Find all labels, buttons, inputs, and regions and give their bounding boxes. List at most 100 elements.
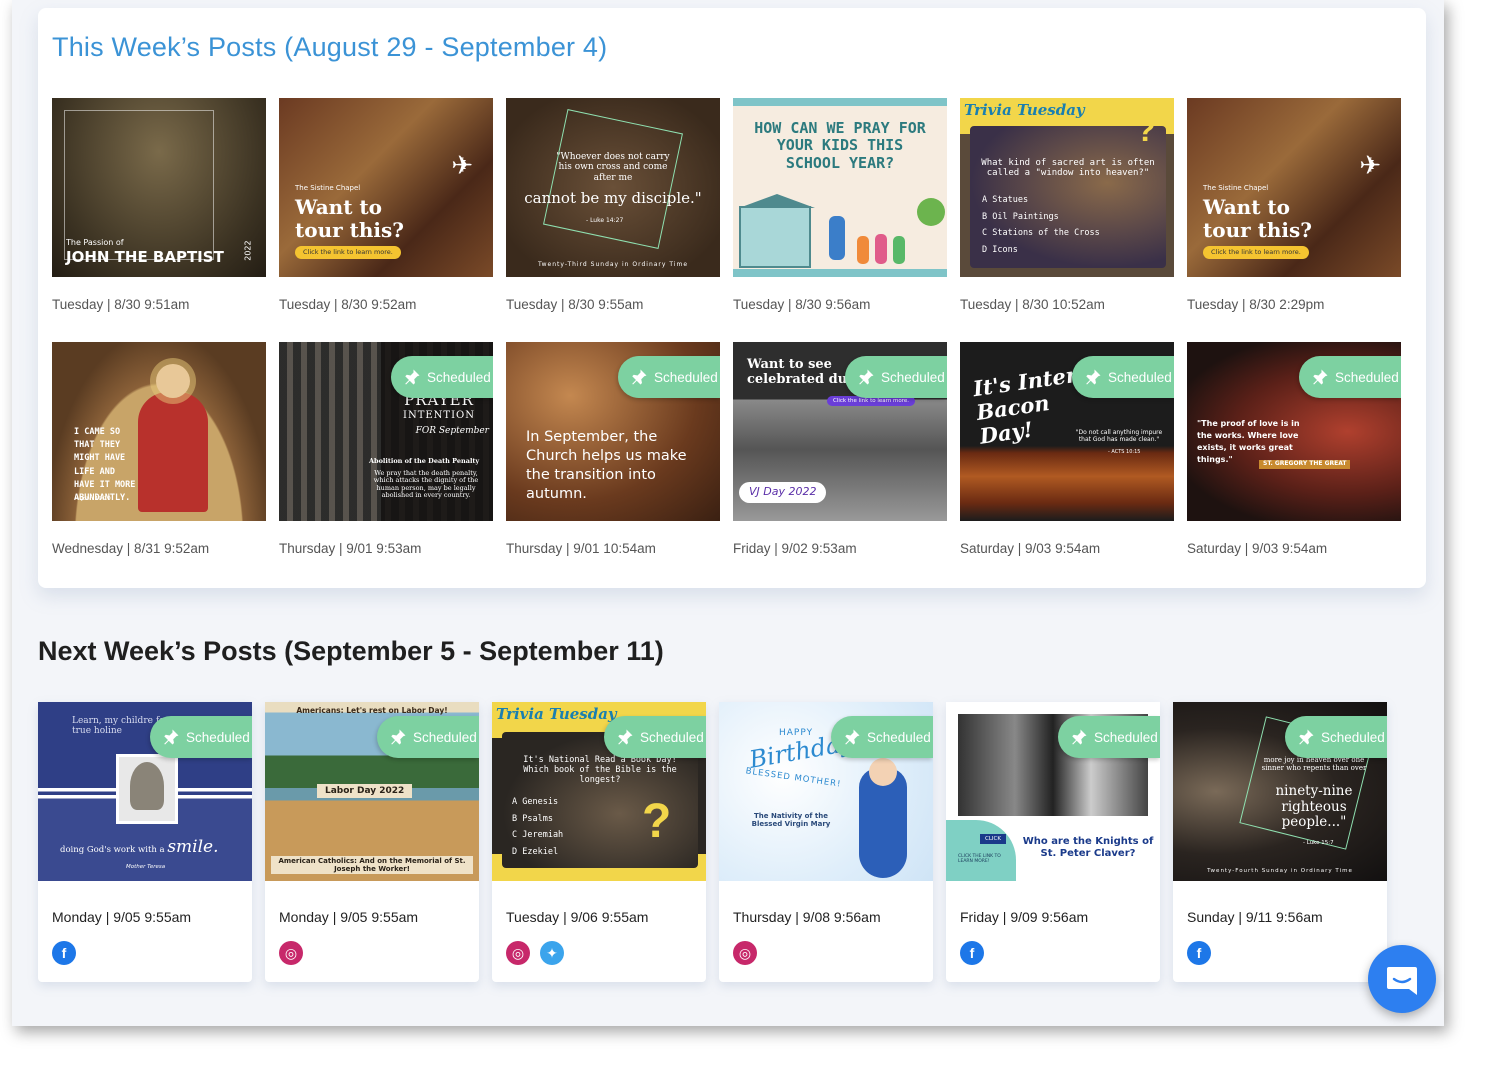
post-timestamp: Saturday | 9/03 9:54am [960,541,1101,556]
pin-icon [1086,369,1101,385]
post-timestamp: Thursday | 9/01 10:54am [506,541,656,556]
post-thumbnail[interactable]: CLICK CLICK THE LINK TO LEARN MORE! Who … [946,702,1160,881]
post-options: A Genesis B Psalms C Jeremiah D Ezekiel [512,797,564,857]
post-thumbnail[interactable]: more joy in heaven over one sinner who r… [1173,702,1387,881]
scheduled-badge: Scheduled [604,716,706,758]
network-icons: ◎ [279,941,479,965]
post-caption-footer: Twenty-Third Sunday in Ordinary Time [537,261,689,268]
pin-icon [164,729,179,745]
post-thumbnail[interactable]: PRAYER INTENTION FOR September Abolition… [279,342,493,521]
post-thumbnail[interactable]: ✈ The Sistine Chapel Want to tour this? … [1187,98,1401,277]
post-card[interactable]: Trivia Tuesday What kind of sacred art i… [960,98,1174,312]
network-icons: f [960,941,1160,965]
post-caption-small: CLICK THE LINK TO LEARN MORE! [958,854,1001,865]
pin-icon [1299,729,1314,745]
post-card[interactable]: The Passion of JOHN THE BAPTIST 2022 Tue… [52,98,266,312]
post-brand: Trivia Tuesday [496,705,617,723]
pin-icon [859,369,874,385]
post-caption-year: 2022 [243,240,253,261]
post-options: A Statues B Oil Paintings C Stations of … [982,195,1100,255]
post-timestamp: Sunday | 9/11 9:56am [1187,909,1323,925]
post-timestamp: Thursday | 9/08 9:56am [733,909,881,925]
post-card[interactable]: PRAYER INTENTION FOR September Abolition… [279,342,493,556]
post-caption-bottom: American Catholics: And on the Memorial … [271,856,473,875]
scheduled-badge: Scheduled [377,716,479,758]
airplane-icon: ✈ [451,150,473,180]
post-timestamp: Tuesday | 8/30 9:52am [279,297,417,312]
post-caption-ref: - Luke 15:7 [1303,840,1334,846]
this-week-card: This Week’s Posts (August 29 - September… [38,8,1426,588]
chat-button[interactable] [1368,945,1436,1013]
facebook-icon[interactable]: f [52,941,76,965]
post-card[interactable]: In September, the Church helps us make t… [506,342,720,556]
airplane-icon: ✈ [1359,150,1381,180]
facebook-icon[interactable]: f [960,941,984,965]
post-thumbnail[interactable]: Americans: Let's rest on Labor Day! Labo… [265,702,479,881]
network-icons: f [52,941,252,965]
post-thumbnail[interactable]: "The proof of love is in the works. Wher… [1187,342,1401,521]
network-icons: ◎ ✦ [506,941,706,965]
post-card[interactable]: I CAME SO THAT THEY MIGHT HAVE LIFE AND … [52,342,266,556]
post-thumbnail[interactable]: Trivia Tuesday It's National Read a Book… [492,702,706,881]
post-thumbnail[interactable]: HOW CAN WE PRAY FOR YOUR KIDS THIS SCHOO… [733,98,947,277]
post-thumbnail[interactable]: Want to see celebrated du Click the link… [733,342,947,521]
post-thumbnail[interactable]: ✈ The Sistine Chapel Want to tour this? … [279,98,493,277]
question-mark-icon: ? [1136,112,1156,148]
instagram-icon[interactable]: ◎ [279,941,303,965]
scheduled-badge: Scheduled [150,716,252,758]
question-mark-icon: ? [642,795,672,848]
post-thumbnail[interactable]: Trivia Tuesday What kind of sacred art i… [960,98,1174,277]
post-thumbnail[interactable]: "Whoever does not carry his own cross an… [506,98,720,277]
post-thumbnail[interactable]: Learn, my childre for true holine doing … [38,702,252,881]
instagram-icon[interactable]: ◎ [733,941,757,965]
post-caption-title: Want to tour this? [295,195,404,242]
post-thumbnail[interactable]: In September, the Church helps us make t… [506,342,720,521]
post-card[interactable]: It's Inter Bacon Day! "Do not call anyth… [960,342,1174,556]
pin-icon [632,369,647,385]
post-card[interactable]: Learn, my childre for true holine doing … [38,702,252,982]
post-card[interactable]: ✈ The Sistine Chapel Want to tour this? … [279,98,493,312]
post-thumbnail[interactable]: I CAME SO THAT THEY MIGHT HAVE LIFE AND … [52,342,266,521]
post-caption-ref: ST. GREGORY THE GREAT [1259,460,1351,469]
post-timestamp: Saturday | 9/03 9:54am [1187,541,1328,556]
post-caption-title: JOHN THE BAPTIST [66,248,224,266]
post-timestamp: Friday | 9/02 9:53am [733,541,857,556]
post-timestamp: Tuesday | 9/06 9:55am [506,909,649,925]
post-card[interactable]: HOW CAN WE PRAY FOR YOUR KIDS THIS SCHOO… [733,98,947,312]
post-caption-footer: Twenty-Fourth Sunday in Ordinary Time [1207,868,1353,874]
post-card[interactable]: Want to see celebrated du Click the link… [733,342,947,556]
post-card[interactable]: HAPPY Birthday BLESSED MOTHER! The Nativ… [719,702,933,982]
pin-icon [1072,729,1087,745]
post-thumbnail[interactable]: HAPPY Birthday BLESSED MOTHER! The Nativ… [719,702,933,881]
chat-bubble-icon [1387,967,1417,995]
post-card[interactable]: "The proof of love is in the works. Wher… [1187,342,1401,556]
post-card[interactable]: Americans: Let's rest on Labor Day! Labo… [265,702,479,982]
post-timestamp: Thursday | 9/01 9:53am [279,541,422,556]
scheduled-badge: Scheduled [1058,716,1160,758]
facebook-icon[interactable]: f [1187,941,1211,965]
post-caption-heading: Abolition of the Death Penalty [369,457,480,465]
pin-icon [405,369,420,385]
post-timestamp: Wednesday | 8/31 9:52am [52,541,210,556]
post-card[interactable]: ✈ The Sistine Chapel Want to tour this? … [1187,98,1401,312]
scheduled-badge: Scheduled [1072,356,1174,398]
instagram-icon[interactable]: ◎ [506,941,530,965]
post-timestamp: Tuesday | 8/30 9:51am [52,297,190,312]
post-thumbnail[interactable]: The Passion of JOHN THE BAPTIST 2022 [52,98,266,277]
post-caption-quote: more joy in heaven over one sinner who r… [1261,756,1367,773]
post-card[interactable]: Trivia Tuesday It's National Read a Book… [492,702,706,982]
post-caption-quote: I CAME SO THAT THEY MIGHT HAVE LIFE AND … [74,427,136,503]
post-caption-title: Who are the Knights of St. Peter Claver? [1022,836,1154,859]
post-caption-top: Americans: Let's rest on Labor Day! [296,706,448,715]
post-card[interactable]: more joy in heaven over one sinner who r… [1173,702,1387,982]
post-timestamp: Monday | 9/05 9:55am [279,909,419,925]
post-caption-bottom: doing God's work with a smile. [60,837,219,857]
post-thumbnail[interactable]: It's Inter Bacon Day! "Do not call anyth… [960,342,1174,521]
scheduled-badge: Scheduled [845,356,947,398]
pin-icon [618,729,633,745]
post-card[interactable]: CLICK CLICK THE LINK TO LEARN MORE! Who … [946,702,1160,982]
post-caption-title: In September, the Church helps us make t… [526,429,687,502]
post-caption-title: Want to tour this? [1203,195,1312,242]
twitter-icon[interactable]: ✦ [540,941,564,965]
post-card[interactable]: "Whoever does not carry his own cross an… [506,98,720,312]
